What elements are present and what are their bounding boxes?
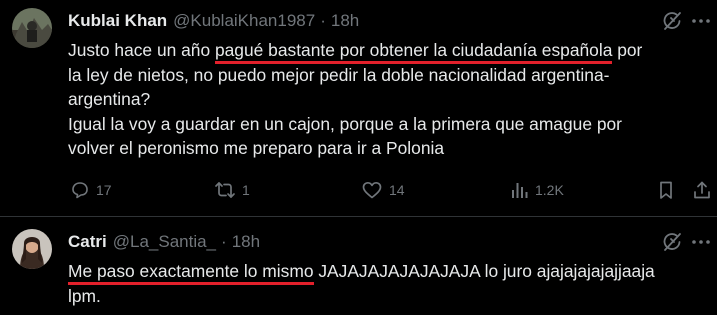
author-handle[interactable]: @KublaiKhan1987 xyxy=(173,11,315,31)
views-count: 1.2K xyxy=(535,182,564,198)
repost-button[interactable]: 1 xyxy=(214,177,250,203)
views-button[interactable]: 1.2K xyxy=(509,177,564,203)
grok-icon[interactable] xyxy=(661,10,683,32)
reply-count: 17 xyxy=(96,182,112,198)
tweet[interactable]: Catri @La_Santia_ · 18h Me paso exactame… xyxy=(0,217,717,315)
text-line: Igual la voy a guardar en un cajon, porq… xyxy=(68,113,622,134)
reply-icon xyxy=(72,182,88,199)
like-button[interactable]: 14 xyxy=(361,177,405,203)
grok-icon[interactable] xyxy=(661,231,683,253)
share-icon xyxy=(694,181,710,199)
like-icon xyxy=(362,181,382,199)
text-line: Justo hace un año pagué bastante por obt… xyxy=(68,38,708,64)
tweet-header: Kublai Khan @KublaiKhan1987 · 18h xyxy=(68,11,359,33)
underlined-text: pagué bastante por obtener la ciudadanía… xyxy=(214,40,613,64)
bookmark-icon xyxy=(660,181,672,199)
share-button[interactable] xyxy=(692,177,717,203)
text-line: lpm. xyxy=(68,285,101,306)
avatar[interactable] xyxy=(12,229,52,269)
timestamp[interactable]: 18h xyxy=(232,232,260,252)
text-segment: JAJAJAJAJAJAJAJA lo juro ajajajajajajjaa… xyxy=(313,261,655,281)
bookmark-button[interactable] xyxy=(656,177,682,203)
reply-button[interactable]: 17 xyxy=(70,177,112,203)
like-count: 14 xyxy=(389,182,405,198)
timestamp[interactable]: 18h xyxy=(331,11,359,31)
separator: · xyxy=(320,11,326,30)
repost-count: 1 xyxy=(242,182,250,198)
author-name[interactable]: Kublai Khan xyxy=(68,11,167,31)
more-icon[interactable] xyxy=(690,231,712,253)
text-segment: por xyxy=(612,40,643,60)
tweet-header: Catri @La_Santia_ · 18h xyxy=(68,232,260,254)
tweet-text: Me paso exactamente lo mismo JAJAJAJAJAJ… xyxy=(68,259,708,308)
action-bar: 17 1 14 1.2K xyxy=(68,177,713,203)
text-line: Me paso exactamente lo mismo JAJAJAJAJAJ… xyxy=(68,259,708,285)
author-handle[interactable]: @La_Santia_ xyxy=(113,232,216,252)
avatar[interactable] xyxy=(12,8,52,48)
repost-icon xyxy=(215,182,235,198)
tweet-text: Justo hace un año pagué bastante por obt… xyxy=(68,38,708,161)
author-name[interactable]: Catri xyxy=(68,232,107,252)
text-segment: Justo hace un año xyxy=(68,40,215,60)
more-icon[interactable] xyxy=(690,10,712,32)
separator: · xyxy=(221,232,227,251)
text-line: volver el peronismo me preparo para ir a… xyxy=(68,138,445,158)
text-line: argentina? xyxy=(68,89,151,109)
underlined-text: Me paso exactamente lo mismo xyxy=(68,261,314,285)
views-icon xyxy=(512,183,528,198)
text-line: la ley de nietos, no puedo mejor pedir l… xyxy=(68,64,610,85)
tweet[interactable]: Kublai Khan @KublaiKhan1987 · 18h Justo … xyxy=(0,0,717,217)
